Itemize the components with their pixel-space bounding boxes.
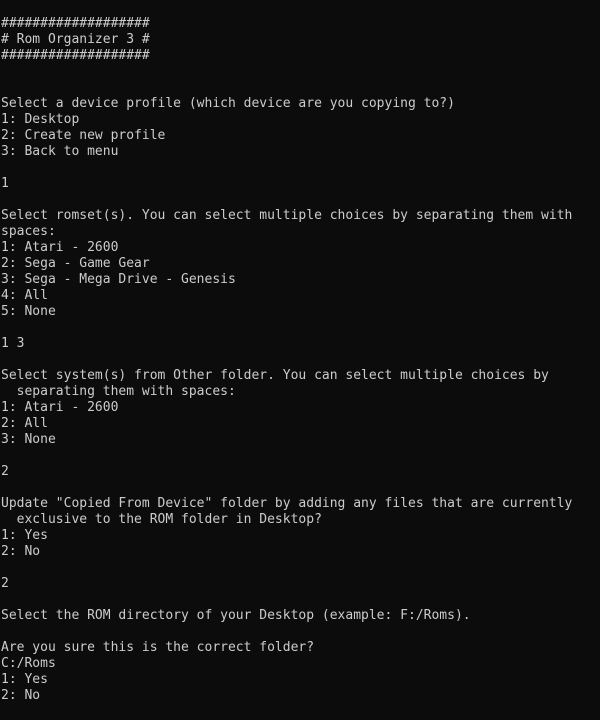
update-question-continued: exclusive to the ROM folder in Desktop? <box>1 512 322 527</box>
other-option: 3: None <box>1 432 56 447</box>
romset-option: 2: Sega - Game Gear <box>1 256 150 271</box>
other-question-continued: separating them with spaces: <box>1 384 236 399</box>
romset-option: 5: None <box>1 304 56 319</box>
other-option: 2: All <box>1 416 48 431</box>
confirm-option: 1: Yes <box>1 672 48 687</box>
confirm-option: 2: No <box>1 688 41 703</box>
confirm-question: Are you sure this is the correct folder? <box>1 640 315 655</box>
profile-answer: 1 <box>1 176 9 191</box>
header-border-top: ################### <box>1 16 150 31</box>
update-option: 1: Yes <box>1 528 48 543</box>
romset-answer: 1 3 <box>1 336 25 351</box>
profile-option: 2: Create new profile <box>1 128 166 143</box>
console-window[interactable]: ################### # Rom Organizer 3 # … <box>0 0 600 720</box>
update-option: 2: No <box>1 544 41 559</box>
profile-option: 1: Desktop <box>1 112 80 127</box>
selected-path: C:/Roms <box>1 656 56 671</box>
romset-question-continued: spaces: <box>1 224 56 239</box>
romset-option: 4: All <box>1 288 48 303</box>
romset-option: 3: Sega - Mega Drive - Genesis <box>1 272 236 287</box>
update-question: Update "Copied From Device" folder by ad… <box>1 496 573 511</box>
other-answer: 2 <box>1 464 9 479</box>
profile-question: Select a device profile (which device ar… <box>1 96 455 111</box>
directory-question: Select the ROM directory of your Desktop… <box>1 608 471 623</box>
header-border-bottom: ################### <box>1 48 150 63</box>
romset-question: Select romset(s). You can select multipl… <box>1 208 573 223</box>
other-question: Select system(s) from Other folder. You … <box>1 368 549 383</box>
update-answer: 2 <box>1 576 9 591</box>
other-option: 1: Atari - 2600 <box>1 400 119 415</box>
romset-option: 1: Atari - 2600 <box>1 240 119 255</box>
app-title: # Rom Organizer 3 # <box>1 32 150 47</box>
profile-option: 3: Back to menu <box>1 144 119 159</box>
